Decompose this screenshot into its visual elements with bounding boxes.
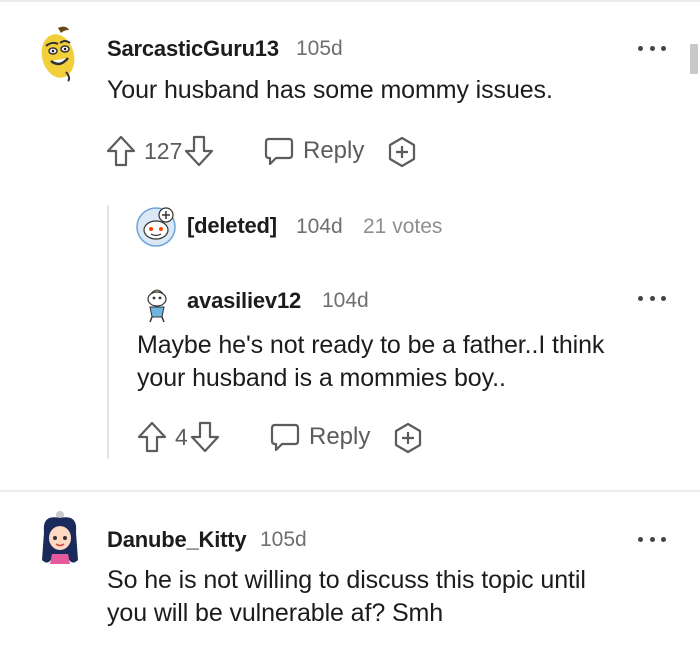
comment-body-line: you will be vulnerable af? Smh (107, 599, 444, 627)
top-divider (0, 0, 700, 2)
avatar[interactable] (140, 283, 174, 323)
comment-body-line: So he is not willing to discuss this top… (107, 566, 586, 594)
avatar[interactable] (38, 510, 82, 568)
award-plus-icon (392, 422, 424, 454)
vote-controls: 127 (106, 135, 214, 167)
downvote-arrow-icon[interactable] (190, 421, 220, 453)
reply-label: Reply (303, 137, 365, 164)
vote-count: 4 (175, 423, 188, 450)
username: [deleted] (187, 213, 277, 238)
username[interactable]: avasiliev12 (187, 288, 301, 314)
speech-bubble-icon (269, 421, 301, 453)
reply-label: Reply (309, 423, 371, 450)
comment-body-line: your husband is a mommies boy.. (137, 364, 506, 392)
award-button[interactable] (386, 136, 418, 168)
username[interactable]: SarcasticGuru13 (107, 36, 279, 62)
vote-controls: 4 (137, 421, 220, 453)
reply-button[interactable]: Reply (269, 421, 370, 453)
avatar (136, 206, 176, 248)
comment-age: 104d (296, 215, 343, 238)
username[interactable]: Danube_Kitty (107, 527, 247, 553)
upvote-arrow-icon[interactable] (106, 135, 136, 167)
comment-divider (0, 490, 700, 492)
comment-body: Maybe he's not ready to be a father..I t… (137, 329, 697, 395)
downvote-arrow-icon[interactable] (184, 135, 214, 167)
vote-count-meta: 21 votes (363, 215, 443, 238)
comment-body: Your husband has some mommy issues. (107, 76, 553, 104)
more-dots-icon[interactable] (638, 291, 666, 305)
award-plus-icon (386, 136, 418, 168)
upvote-arrow-icon[interactable] (137, 421, 167, 453)
award-button[interactable] (392, 422, 424, 454)
avatar[interactable] (36, 24, 84, 82)
comment-age: 105d (296, 37, 343, 60)
thread-line[interactable] (107, 205, 109, 459)
comment-age: 105d (260, 528, 307, 551)
vote-count: 127 (144, 137, 183, 164)
reply-button[interactable]: Reply (263, 135, 364, 167)
more-dots-icon[interactable] (638, 532, 666, 546)
comment-age: 104d (322, 289, 369, 312)
speech-bubble-icon (263, 135, 295, 167)
comment-body: So he is not willing to discuss this top… (107, 564, 667, 630)
comment-body-line: Maybe he's not ready to be a father..I t… (137, 331, 605, 359)
scrollbar-thumb[interactable] (690, 44, 698, 74)
more-dots-icon[interactable] (638, 41, 666, 55)
